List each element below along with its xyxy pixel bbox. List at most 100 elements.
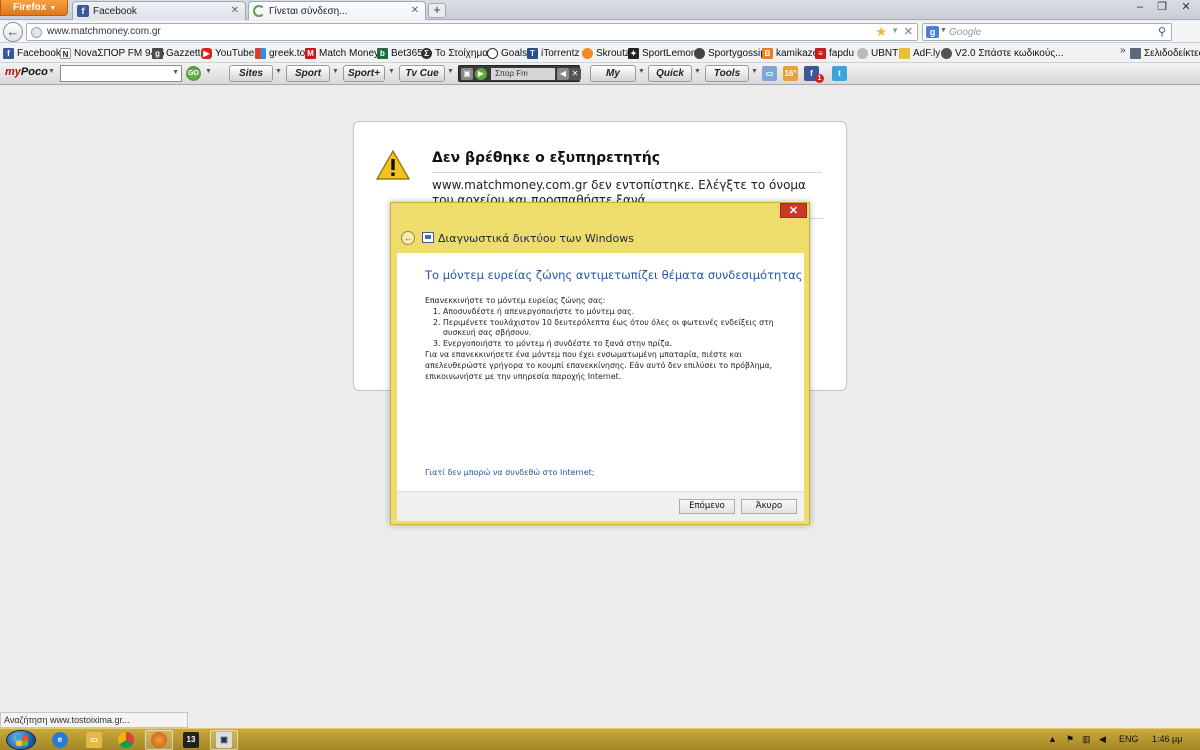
network-diagnostics-icon[interactable]: ▣: [216, 732, 232, 748]
language-indicator[interactable]: ENG: [1119, 734, 1139, 744]
bookmark-v2[interactable]: V2.0 Σπάστε κωδικούς...: [941, 46, 1064, 60]
history-dropdown-icon[interactable]: ▼: [891, 26, 899, 35]
network-diagnostics-dialog: ✕ ← Διαγνωστικά δικτύου των Windows Το μ…: [390, 202, 810, 525]
radio-station-select[interactable]: Σπορ Fm: [491, 68, 555, 80]
error-title: Δεν βρέθηκε ο εξυπηρετητής: [432, 150, 822, 173]
loading-spinner-icon: [253, 5, 265, 17]
folder-icon[interactable]: ▭: [86, 732, 102, 748]
bookmark-goals[interactable]: Goals: [487, 46, 527, 60]
volume-icon[interactable]: ◀: [1099, 734, 1106, 745]
bookmark-kamikaze[interactable]: Bkamikaze: [762, 46, 818, 60]
fifa-icon[interactable]: 13: [183, 732, 199, 748]
bookmark-stoixima[interactable]: Σ Το Στοίχημα: [421, 46, 488, 60]
show-hidden-icons[interactable]: ▲: [1048, 734, 1057, 744]
bookmark-itorrentz[interactable]: TiTorrentz: [527, 46, 579, 60]
ubnt-icon: [857, 47, 868, 59]
firefox-menu-button[interactable]: Firefox ▼: [0, 0, 68, 16]
chevron-down-icon[interactable]: ▼: [447, 68, 454, 75]
tools-button[interactable]: Tools: [705, 65, 749, 82]
why-cant-connect-link[interactable]: Γιατί δεν μπορώ να συνδεθώ στο Internet;: [425, 468, 594, 477]
bookmark-greekto[interactable]: greek.to: [255, 46, 305, 60]
chevron-down-icon[interactable]: ▼: [48, 68, 55, 75]
internet-explorer-icon[interactable]: e: [52, 732, 68, 748]
close-radio-icon[interactable]: ✕: [569, 68, 581, 80]
chevron-down-icon[interactable]: ▼: [332, 68, 339, 75]
chevron-down-icon[interactable]: ▼: [388, 68, 395, 75]
bookmark-matchmoney[interactable]: M Match Money: [305, 46, 379, 60]
my-button[interactable]: My: [590, 65, 636, 82]
twitter-icon[interactable]: t: [832, 66, 847, 81]
chevron-down-icon[interactable]: ▼: [694, 68, 701, 75]
mypoco-logo[interactable]: myPoco: [5, 66, 48, 78]
bookmark-bet365[interactable]: b Bet365: [377, 46, 423, 60]
tab-facebook[interactable]: f Facebook ✕: [72, 1, 246, 20]
chevron-down-icon[interactable]: ▼: [172, 69, 179, 76]
facebook-icon: f: [3, 47, 14, 59]
bookmark-star-icon[interactable]: ★: [875, 24, 887, 40]
status-bar: Αναζήτηση www.tostoixima.gr...: [0, 712, 188, 728]
cancel-button[interactable]: Άκυρο: [741, 499, 797, 514]
taskbar: e ▭ 13 ▣ ▲ ⚑ ▥ ◀ ENG 1:46 μμ: [0, 728, 1200, 750]
google-engine-icon[interactable]: g: [926, 26, 939, 38]
ball-icon: [487, 47, 498, 59]
bookmark-ubnt[interactable]: UBNT: [857, 46, 898, 60]
new-tab-button[interactable]: +: [428, 3, 446, 18]
minimize-icon[interactable]: –: [1128, 0, 1152, 16]
tab-close-icon[interactable]: ✕: [231, 5, 239, 16]
window-close-icon[interactable]: ✕: [1174, 0, 1198, 16]
url-bar[interactable]: www.matchmoney.com.gr ★ ▼ ✕: [26, 23, 918, 41]
notification-badge: 1: [815, 74, 824, 83]
gazzetta-icon: g: [152, 47, 163, 59]
start-button[interactable]: [6, 730, 36, 750]
mypoco-search-input[interactable]: ▼: [60, 65, 182, 82]
tab-title: Facebook: [93, 5, 137, 17]
more-bookmarks-chevron-icon[interactable]: »: [1120, 45, 1126, 56]
bookmark-nova[interactable]: N NovaΣΠΟΡ FM 94.6: [60, 46, 164, 60]
chrome-icon[interactable]: [118, 732, 134, 748]
matchmoney-icon: M: [305, 47, 316, 59]
tab-close-icon[interactable]: ✕: [411, 5, 419, 16]
restore-icon[interactable]: ❐: [1150, 0, 1174, 16]
next-button[interactable]: Επόμενο: [679, 499, 735, 514]
facebook-icon: f: [77, 5, 89, 17]
volume-icon[interactable]: ◀: [557, 68, 569, 80]
bookmarks-menu[interactable]: Σελιδοδείκτες: [1130, 46, 1200, 60]
quick-button[interactable]: Quick: [648, 65, 692, 82]
go-button[interactable]: GO: [186, 66, 201, 81]
back-button[interactable]: ←: [3, 22, 23, 42]
screen-icon[interactable]: ▭: [762, 66, 777, 81]
search-icon[interactable]: ⚲: [1158, 25, 1166, 38]
sites-button[interactable]: Sites: [229, 65, 273, 82]
play-icon[interactable]: ▶: [475, 68, 487, 80]
flag-icon[interactable]: ⚑: [1066, 734, 1074, 745]
tvcue-button[interactable]: Tv Cue: [399, 65, 445, 82]
search-bar[interactable]: g ▼ Google ⚲: [922, 23, 1172, 41]
dialog-close-button[interactable]: ✕: [780, 203, 807, 218]
chevron-down-icon[interactable]: ▼: [638, 68, 645, 75]
network-icon[interactable]: ▥: [1082, 734, 1091, 745]
engine-dropdown-icon[interactable]: ▼: [940, 27, 947, 34]
blogger-icon: B: [762, 47, 773, 59]
sport-button[interactable]: Sport: [286, 65, 330, 82]
bookmark-facebook[interactable]: f Facebook: [3, 46, 61, 60]
bookmark-adfly[interactable]: AdF.ly: [899, 46, 940, 60]
chevron-down-icon[interactable]: ▼: [751, 68, 758, 75]
warning-icon: [376, 150, 410, 180]
radio-icon[interactable]: ▣: [461, 68, 473, 80]
chevron-down-icon[interactable]: ▼: [275, 68, 282, 75]
sport-plus-button[interactable]: Sport+: [343, 65, 385, 82]
firefox-icon[interactable]: [151, 732, 167, 748]
clock[interactable]: 1:46 μμ: [1152, 734, 1182, 744]
bookmark-gazzetta[interactable]: g Gazzetta: [152, 46, 206, 60]
bookmark-fapdu[interactable]: ≡ fapdu: [815, 46, 854, 60]
dialog-back-button[interactable]: ←: [401, 231, 415, 245]
tab-connecting[interactable]: Γίνεται σύνδεση... ✕: [248, 1, 426, 20]
chevron-down-icon[interactable]: ▼: [205, 68, 212, 75]
weather-icon[interactable]: 16°: [783, 66, 798, 81]
stop-icon[interactable]: ✕: [904, 25, 913, 38]
bookmark-sportlemon[interactable]: ✦ SportLemon: [628, 46, 696, 60]
bookmark-sportygossip[interactable]: Sportygossip: [694, 46, 766, 60]
youtube-icon: ▶: [201, 47, 212, 59]
bookmark-youtube[interactable]: ▶ YouTube: [201, 46, 254, 60]
bookmark-skroutz[interactable]: Skroutz: [582, 46, 630, 60]
